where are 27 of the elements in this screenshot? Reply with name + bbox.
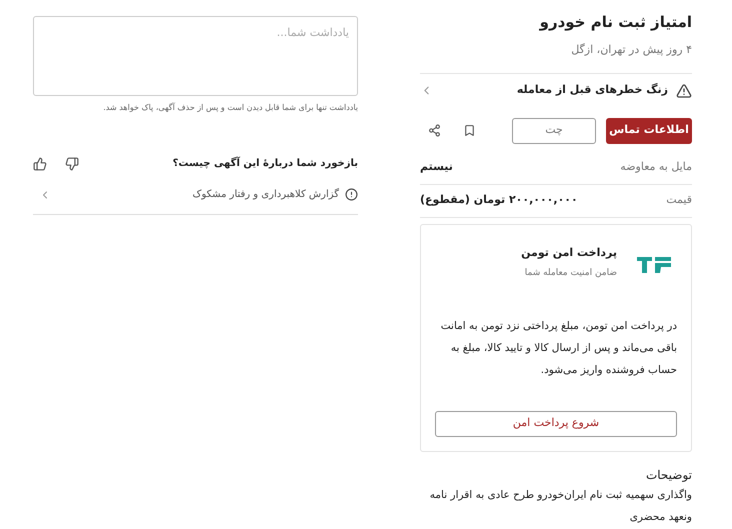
contact-button[interactable]: اطلاعات تماس <box>606 118 692 144</box>
description-text: ونعهد محضری <box>628 510 692 525</box>
report-link[interactable]: گزارش کلاهبرداری و رفتار مشکوک <box>33 175 358 215</box>
note-field[interactable]: یادداشت شما... <box>33 16 358 96</box>
description-text: واگذاری سهمیه ثبت نام ایران‌خودرو طرح عادی به اقرار نامه <box>428 488 692 503</box>
payment-title: پرداخت امن تومن <box>521 244 617 261</box>
bookmark-icon[interactable] <box>463 124 476 137</box>
thumbs-down-icon[interactable] <box>65 156 79 170</box>
description-heading: توضیحات <box>644 466 692 484</box>
payment-description: در پرداخت امن تومن، مبلغ پرداختی نزد تومن به امانت باقی می‌ماند و پس از ارسال کالا و تایید کالا، مبلغ به حساب فروشنده واریز می‌شود. <box>440 318 677 378</box>
share-icon[interactable] <box>428 124 441 137</box>
note-hint: یادداشت تنها برای شما قابل دیدن است و پس از حذف آگهی، پاک خواهد شد. <box>102 102 358 114</box>
attribute-value: ۲۰۰,۰۰۰,۰۰۰ تومان (مقطوع) <box>420 192 578 208</box>
thumbs-up-icon[interactable] <box>33 156 47 170</box>
chat-button[interactable]: چت <box>512 118 596 144</box>
ad-subtitle: ۴ روز پیش در تهران، ازگل <box>570 42 692 58</box>
alert-link[interactable]: زنگ خطرهای قبل از معامله <box>420 74 692 108</box>
secure-payment-button[interactable]: شروع پرداخت امن <box>435 410 677 436</box>
ad-title: امتیاز ثبت نام خودرو <box>538 12 692 33</box>
attribute-value: نیستم <box>420 159 453 176</box>
attribute-label: قیمت <box>666 192 692 208</box>
feedback-question: بازخورد شما دربارهٔ این آگهی چیست؟ <box>172 156 358 171</box>
warning-icon <box>676 82 692 98</box>
payment-subtitle: ضامن امنیت معامله شما <box>524 267 617 280</box>
logo-icon <box>637 256 671 272</box>
alert-icon <box>345 188 358 201</box>
attribute-label: مایل به معاوضه <box>620 159 692 176</box>
